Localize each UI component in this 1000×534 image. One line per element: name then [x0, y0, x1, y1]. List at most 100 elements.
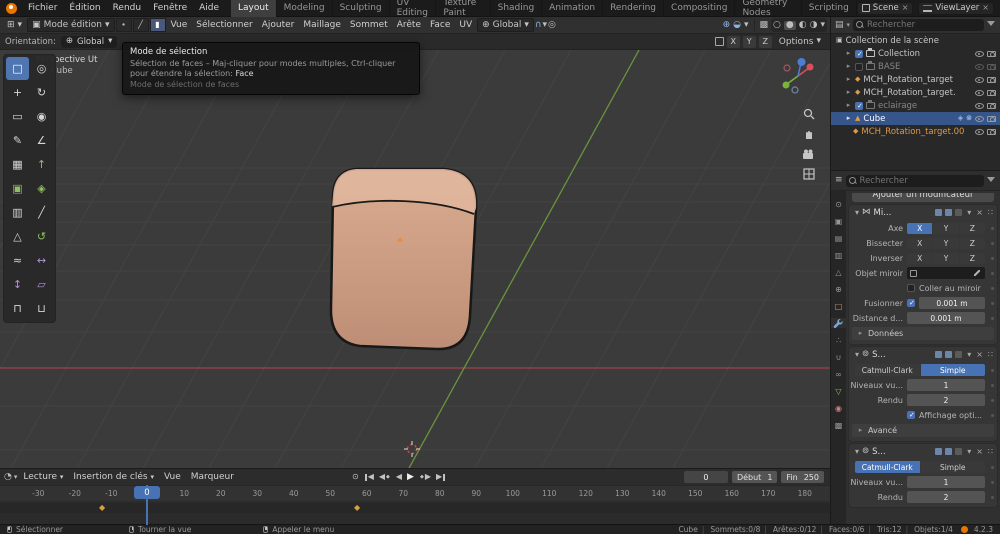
- menu-arete[interactable]: Arête: [393, 17, 425, 34]
- expand-caret-icon[interactable]: ▸: [845, 102, 852, 109]
- tool-add-cube[interactable]: ▦: [6, 153, 29, 176]
- simple-button[interactable]: Simple: [921, 364, 986, 376]
- jump-to-end-button[interactable]: ▶: [436, 473, 446, 481]
- subsurf1-panel-header[interactable]: ▾ ⊚ S... ▾ × ∷: [849, 347, 997, 362]
- chevron-down-icon[interactable]: ▾: [14, 474, 18, 481]
- jump-to-start-button[interactable]: ◀: [364, 473, 374, 481]
- options-dropdown[interactable]: Options ▾: [775, 35, 825, 49]
- menu-sommet[interactable]: Sommet: [346, 17, 392, 34]
- 3d-viewport[interactable]: Perspective Ut (0) Cube □ ◎ + ↻ ▭ ◉ ✎ ∠ …: [0, 50, 830, 468]
- levels-render-field[interactable]: 2: [907, 491, 985, 503]
- render-visibility-icon[interactable]: [987, 64, 996, 70]
- extras-chevron-icon[interactable]: ▾: [967, 448, 971, 456]
- render-toggle-icon[interactable]: [955, 351, 962, 358]
- collapse-chevron-icon[interactable]: ▾: [855, 448, 859, 456]
- edge-select-button[interactable]: ╱: [133, 18, 149, 32]
- mode-selector[interactable]: ▣ Mode édition ▾: [27, 18, 114, 32]
- tab-material[interactable]: ◉: [831, 403, 846, 413]
- drag-grip-icon[interactable]: ∷: [988, 351, 993, 359]
- filter-icon[interactable]: [987, 21, 996, 29]
- drag-grip-icon[interactable]: ∷: [988, 448, 993, 456]
- flip-y-button[interactable]: Y: [933, 253, 958, 264]
- menu-rendu[interactable]: Rendu: [107, 0, 148, 17]
- bisect-distance-field[interactable]: 0.001 m: [907, 312, 985, 324]
- end-frame-field[interactable]: Fin 250: [781, 471, 824, 483]
- tool-annotate[interactable]: ✎: [6, 129, 29, 152]
- menu-face[interactable]: Face: [426, 17, 454, 34]
- outliner-row-mch-rotation-target[interactable]: ▸ ◆ MCH_Rotation_target: [831, 73, 1000, 86]
- tool-select-box[interactable]: □: [6, 57, 29, 80]
- render-toggle-icon[interactable]: [955, 448, 962, 455]
- close-icon[interactable]: ×: [976, 448, 983, 456]
- menu-vue[interactable]: Vue: [167, 17, 192, 34]
- face-select-button[interactable]: ▮: [150, 18, 166, 32]
- tool-edge-slide[interactable]: ↔: [30, 249, 53, 272]
- tool-knife[interactable]: ╱: [30, 201, 53, 224]
- close-icon[interactable]: ×: [976, 209, 983, 217]
- realtime-toggle-icon[interactable]: [945, 448, 952, 455]
- extras-chevron-icon[interactable]: ▾: [967, 209, 971, 217]
- workspace-tab-sculpting[interactable]: Sculpting: [333, 0, 390, 17]
- workspace-tab-geometry-nodes[interactable]: Geometry Nodes: [735, 0, 801, 17]
- workspace-tab-animation[interactable]: Animation: [542, 0, 603, 17]
- add-modifier-button[interactable]: Ajouter un modificateur: [852, 193, 994, 202]
- chevron-down-icon[interactable]: ▾: [543, 21, 548, 30]
- outliner-row-eclairage[interactable]: ▸ eclairage: [831, 99, 1000, 112]
- timeline-ruler[interactable]: -30-20 -100 1020 3040 5060 7080 90100 11…: [0, 485, 830, 501]
- outliner-search[interactable]: [853, 19, 984, 31]
- collection-exclude-checkbox[interactable]: [855, 63, 863, 71]
- bisect-x-button[interactable]: X: [907, 238, 932, 249]
- levels-viewport-field[interactable]: 1: [907, 476, 985, 488]
- bisect-y-button[interactable]: Y: [933, 238, 958, 249]
- transform-orientation-dropdown[interactable]: ⊕ Global ▾: [477, 18, 534, 32]
- menu-vue-timeline[interactable]: Vue: [160, 469, 185, 486]
- edit-mode-toggle-icon[interactable]: [935, 209, 942, 216]
- current-frame-field[interactable]: 0: [684, 471, 728, 483]
- tool-inset-faces[interactable]: ▣: [6, 177, 29, 200]
- chevron-down-icon[interactable]: ▾: [847, 22, 851, 29]
- zoom-icon[interactable]: [803, 108, 815, 120]
- start-frame-field[interactable]: Début 1: [732, 471, 777, 483]
- outliner-row-mch-rotation-target-001[interactable]: ◆ MCH_Rotation_target.00: [831, 125, 1000, 138]
- next-keyframe-button[interactable]: ◆▶: [419, 473, 431, 481]
- blender-logo-icon[interactable]: [6, 3, 17, 14]
- render-visibility-icon[interactable]: [987, 51, 996, 57]
- expand-caret-icon[interactable]: ▸: [845, 63, 852, 70]
- menu-edition[interactable]: Édition: [63, 0, 106, 17]
- realtime-toggle-icon[interactable]: [945, 209, 952, 216]
- edit-mode-toggle-icon[interactable]: [935, 351, 942, 358]
- xray-toggle-icon[interactable]: ▩: [760, 21, 769, 30]
- clip-checkbox[interactable]: [907, 284, 915, 292]
- menu-fenetre[interactable]: Fenêtre: [147, 0, 193, 17]
- expand-caret-icon[interactable]: ▸: [845, 76, 852, 83]
- flip-z-button[interactable]: Z: [960, 253, 985, 264]
- outliner-row-base[interactable]: ▸ BASE: [831, 60, 1000, 73]
- tool-transform[interactable]: ◉: [30, 105, 53, 128]
- timeline-editor-icon[interactable]: ◔: [4, 473, 12, 482]
- levels-viewport-field[interactable]: 1: [907, 379, 985, 391]
- workspace-tab-texture-paint[interactable]: Texture Paint: [436, 0, 490, 17]
- show-gizmo-icon[interactable]: ⊕: [723, 21, 731, 30]
- collection-exclude-checkbox[interactable]: [855, 50, 863, 58]
- hide-eye-icon[interactable]: [975, 62, 984, 71]
- menu-marqueur[interactable]: Marqueur: [187, 469, 238, 486]
- tool-spin[interactable]: ↺: [30, 225, 53, 248]
- current-frame-indicator[interactable]: 0: [134, 486, 160, 499]
- play-button[interactable]: ▶: [407, 473, 414, 482]
- render-visibility-icon[interactable]: [987, 116, 996, 122]
- collapse-chevron-icon[interactable]: ▾: [855, 351, 859, 359]
- 3d-cursor[interactable]: [404, 441, 420, 457]
- realtime-toggle-icon[interactable]: [945, 351, 952, 358]
- tab-texture[interactable]: ▩: [831, 420, 846, 430]
- outliner-row-mch-rotation-target-2[interactable]: ▸ ◆ MCH_Rotation_target.: [831, 86, 1000, 99]
- outliner-editor-icon[interactable]: ▤: [835, 21, 844, 30]
- flip-x-button[interactable]: X: [907, 253, 932, 264]
- hide-eye-icon[interactable]: [975, 101, 984, 110]
- menu-selectionner[interactable]: Sélectionner: [192, 17, 256, 34]
- workspace-tab-uv-editing[interactable]: UV Editing: [390, 0, 437, 17]
- render-toggle-icon[interactable]: [955, 209, 962, 216]
- tab-object[interactable]: □: [831, 301, 846, 311]
- camera-view-icon[interactable]: [802, 148, 815, 160]
- expand-caret-icon[interactable]: ▸: [845, 50, 852, 57]
- unlink-scene-icon[interactable]: ×: [902, 4, 909, 12]
